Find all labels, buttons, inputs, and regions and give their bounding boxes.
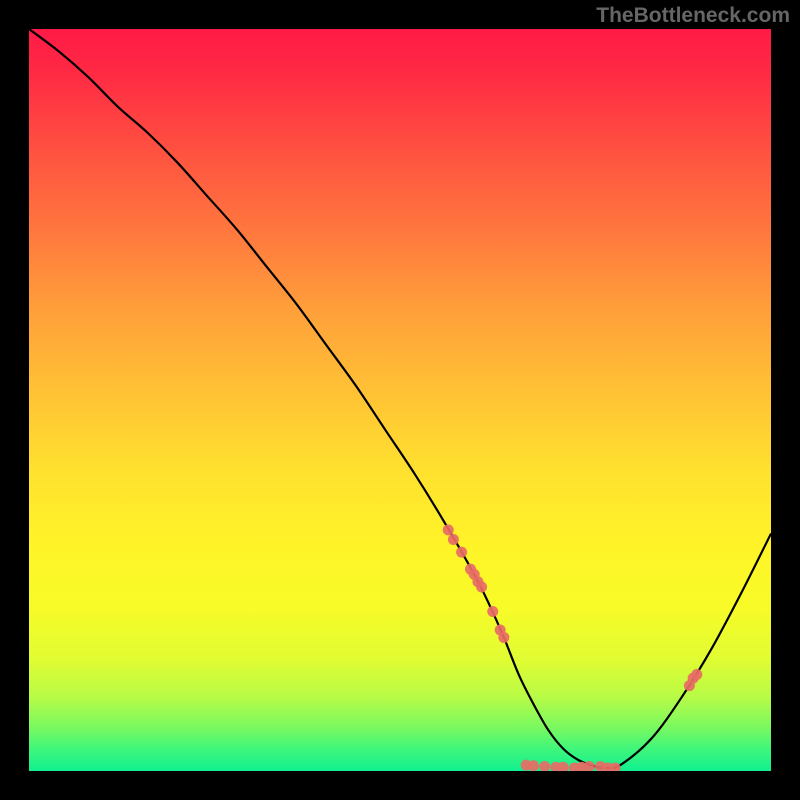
data-point xyxy=(476,581,487,592)
bottleneck-curve xyxy=(29,29,771,768)
plot-area xyxy=(29,29,771,771)
scatter-points xyxy=(443,524,703,771)
chart-svg xyxy=(29,29,771,771)
watermark-text: TheBottleneck.com xyxy=(596,4,790,28)
data-point xyxy=(610,763,621,771)
data-point xyxy=(528,760,539,771)
data-point xyxy=(498,632,509,643)
data-point xyxy=(539,761,550,771)
data-point xyxy=(443,524,454,535)
data-point xyxy=(487,606,498,617)
data-point xyxy=(456,547,467,558)
data-point xyxy=(691,669,702,680)
data-point xyxy=(448,534,459,545)
